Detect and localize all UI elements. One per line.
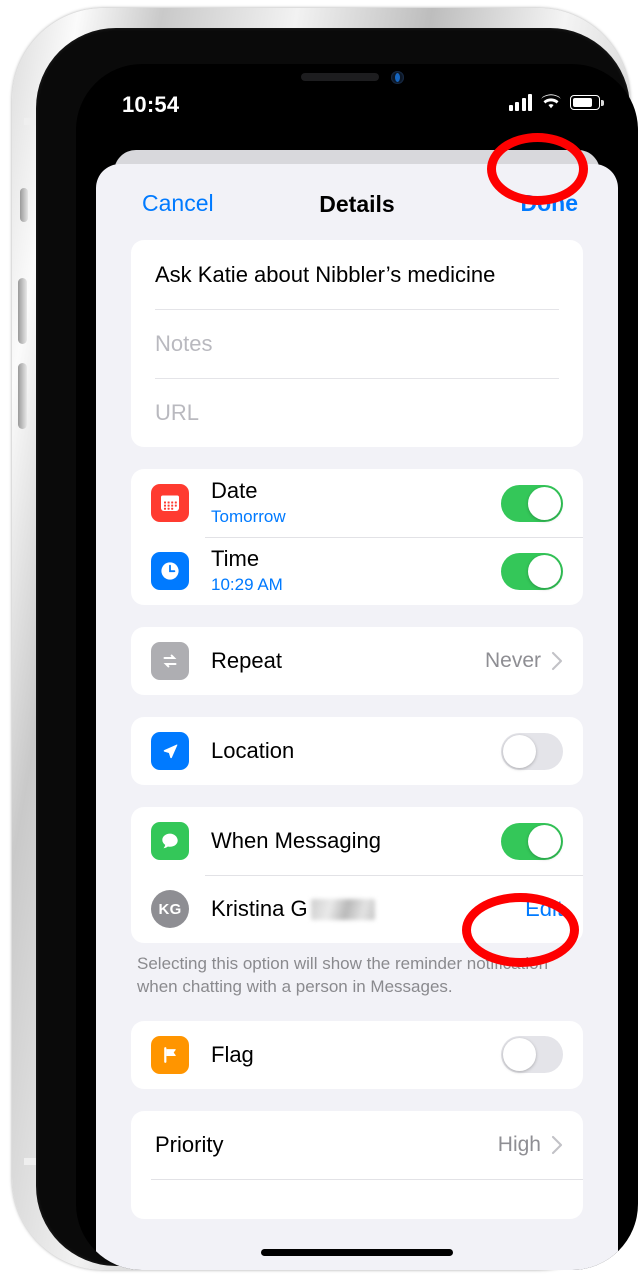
- phone-screen: 10:54 Cancel Details Done Ask Katie abou…: [76, 64, 638, 1270]
- phone-body: 10:54 Cancel Details Done Ask Katie abou…: [12, 8, 638, 1270]
- date-labels: Date Tomorrow: [211, 478, 501, 528]
- details-content: Ask Katie about Nibbler’s medicine Notes…: [96, 240, 618, 1219]
- time-labels: Time 10:29 AM: [211, 546, 501, 596]
- battery-icon: [570, 95, 604, 110]
- time-label: Time: [211, 545, 260, 571]
- calendar-icon: [151, 484, 189, 522]
- home-indicator[interactable]: [261, 1249, 453, 1256]
- contact-name-wrap: Kristina G: [211, 896, 375, 922]
- repeat-row[interactable]: Repeat Never: [131, 627, 583, 695]
- avatar: KG: [151, 890, 189, 928]
- navigation-bar: Cancel Details Done: [96, 164, 618, 240]
- message-bubble-icon: [151, 822, 189, 860]
- reminder-title-field[interactable]: Ask Katie about Nibbler’s medicine: [131, 240, 583, 309]
- when-messaging-label: When Messaging: [211, 828, 381, 854]
- redacted-lastname: [310, 898, 375, 920]
- done-button[interactable]: Done: [521, 190, 579, 217]
- datetime-card: Date Tomorrow Time 10:29 AM: [131, 469, 583, 605]
- mute-switch-button[interactable]: [20, 188, 28, 222]
- date-toggle[interactable]: [501, 484, 563, 522]
- wifi-icon: [540, 94, 562, 111]
- flag-card: Flag: [131, 1020, 583, 1089]
- repeat-card: Repeat Never: [131, 627, 583, 695]
- volume-up-button[interactable]: [18, 278, 27, 344]
- reminder-title-value: Ask Katie about Nibbler’s medicine: [155, 261, 496, 287]
- date-row[interactable]: Date Tomorrow: [131, 469, 583, 537]
- time-row[interactable]: Time 10:29 AM: [131, 537, 583, 605]
- when-messaging-toggle[interactable]: [501, 822, 563, 860]
- priority-value: High: [497, 1132, 541, 1156]
- flag-label: Flag: [211, 1041, 254, 1067]
- notch: [241, 64, 473, 96]
- when-messaging-row[interactable]: When Messaging: [131, 807, 583, 875]
- details-sheet: Cancel Details Done Ask Katie about Nibb…: [96, 164, 618, 1270]
- notes-field[interactable]: Notes: [131, 309, 583, 378]
- repeat-labels: Repeat: [211, 648, 485, 674]
- volume-down-button[interactable]: [18, 363, 27, 429]
- chevron-right-icon: [551, 651, 563, 671]
- earpiece-speaker: [301, 73, 379, 81]
- messaging-footnote: Selecting this option will show the remi…: [137, 954, 549, 996]
- messaging-card: When Messaging KG Kristina G Edit: [131, 807, 583, 943]
- repeat-icon: [151, 642, 189, 680]
- date-label: Date: [211, 477, 258, 503]
- flag-toggle[interactable]: [501, 1036, 563, 1074]
- repeat-value: Never: [484, 649, 541, 672]
- priority-card: Priority High: [131, 1110, 583, 1219]
- priority-next-row[interactable]: [131, 1178, 583, 1219]
- time-toggle[interactable]: [501, 552, 563, 590]
- chevron-right-icon: [551, 1135, 563, 1155]
- location-label: Location: [211, 738, 295, 764]
- flag-icon: [151, 1035, 189, 1074]
- clock-icon: [151, 552, 189, 590]
- flag-row[interactable]: Flag: [131, 1021, 583, 1089]
- contact-name: Kristina G: [211, 896, 308, 921]
- date-value: Tomorrow: [211, 506, 286, 526]
- priority-row[interactable]: Priority High: [131, 1111, 583, 1179]
- location-row[interactable]: Location: [131, 717, 583, 785]
- priority-label: Priority: [155, 1131, 224, 1157]
- notes-placeholder: Notes: [155, 330, 213, 356]
- repeat-label: Repeat: [211, 648, 282, 674]
- priority-labels: Priority: [155, 1132, 498, 1158]
- contact-row[interactable]: KG Kristina G Edit: [131, 875, 583, 943]
- location-arrow-icon: [151, 732, 189, 770]
- cellular-bars-icon: [508, 94, 532, 111]
- url-placeholder: URL: [155, 399, 200, 425]
- location-card: Location: [131, 717, 583, 785]
- text-fields-card: Ask Katie about Nibbler’s medicine Notes…: [131, 240, 583, 447]
- location-labels: Location: [211, 738, 501, 764]
- status-indicators: [508, 94, 604, 111]
- screenshot-root: 10:54 Cancel Details Done Ask Katie abou…: [0, 0, 642, 1274]
- location-toggle[interactable]: [501, 732, 563, 770]
- url-field[interactable]: URL: [131, 378, 583, 447]
- flag-labels: Flag: [211, 1042, 501, 1068]
- phone-bezel: 10:54 Cancel Details Done Ask Katie abou…: [36, 28, 638, 1270]
- time-value: 10:29 AM: [211, 574, 283, 594]
- when-messaging-labels: When Messaging: [211, 828, 501, 854]
- status-time: 10:54: [122, 92, 180, 117]
- front-camera: [391, 71, 404, 84]
- edit-contact-button[interactable]: Edit: [525, 896, 563, 922]
